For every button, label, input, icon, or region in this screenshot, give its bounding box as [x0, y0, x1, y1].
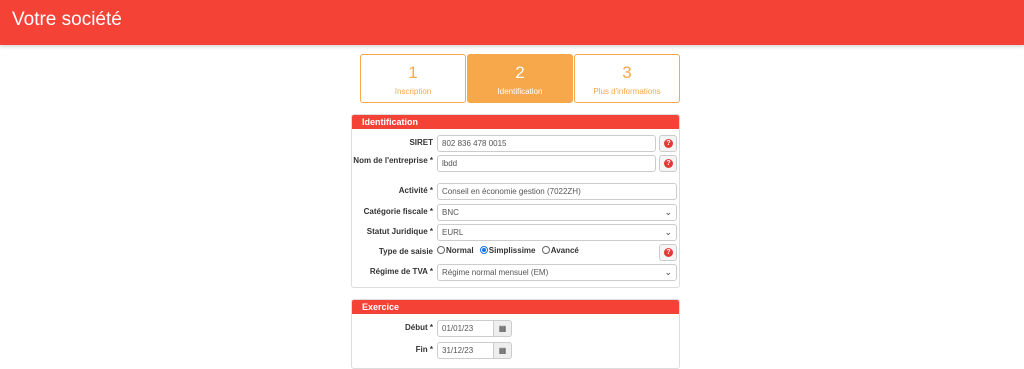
categorie-value: BNC: [442, 208, 459, 217]
exercice-panel: Exercice Début * 01/01/23 ▦ Fin * 31/12/…: [351, 299, 680, 369]
panel-heading: Identification: [352, 115, 679, 129]
step-number: 2: [515, 63, 525, 82]
calendar-icon[interactable]: ▦: [494, 342, 512, 359]
radio-option-simplissime[interactable]: Simplissime: [479, 246, 536, 255]
help-icon: ?: [664, 248, 673, 257]
radio-label: Simplissime: [488, 246, 536, 255]
categorie-label: Catégorie fiscale *: [363, 207, 433, 216]
regime-row: Régime de TVA * Régime normal mensuel (E…: [352, 264, 679, 282]
categorie-select[interactable]: BNC ⌄: [437, 204, 677, 221]
type-saisie-label: Type de saisie: [378, 247, 433, 256]
siret-help-button[interactable]: ?: [659, 135, 677, 152]
radio-option-normal[interactable]: Normal: [437, 246, 474, 255]
type-saisie-help-button[interactable]: ?: [659, 244, 677, 261]
radio-icon: [541, 246, 550, 254]
step-identification[interactable]: 2 Identification: [467, 54, 573, 103]
radio-option-avance[interactable]: Avancé: [541, 246, 579, 255]
fin-label: Fin *: [415, 345, 433, 354]
debut-row: Début * 01/01/23 ▦: [352, 320, 679, 338]
nom-label: Nom de l'entreprise *: [353, 156, 433, 165]
type-saisie-radio-group: Normal Simplissime Avancé: [437, 246, 583, 255]
calendar-icon[interactable]: ▦: [494, 320, 512, 337]
step-number: 3: [622, 63, 632, 82]
page-title: Votre société: [12, 9, 122, 30]
debut-label: Début *: [405, 323, 433, 332]
step-inscription[interactable]: 1 Inscription: [360, 54, 466, 103]
panel-heading: Exercice: [352, 300, 679, 314]
step-plus-informations[interactable]: 3 Plus d'informations: [574, 54, 680, 103]
chevron-down-icon: ⌄: [664, 267, 672, 277]
regime-select[interactable]: Régime normal mensuel (EM) ⌄: [437, 264, 677, 281]
siret-input[interactable]: 802 836 478 0015: [437, 135, 656, 152]
statut-select[interactable]: EURL ⌄: [437, 224, 677, 241]
debut-date-input[interactable]: 01/01/23: [437, 320, 494, 337]
nom-input[interactable]: lbdd: [437, 155, 656, 172]
activite-input[interactable]: Conseil en économie gestion (7022ZH): [437, 183, 677, 200]
step-label: Identification: [497, 87, 543, 96]
radio-label: Normal: [446, 246, 474, 255]
activite-row: Activité * Conseil en économie gestion (…: [352, 183, 679, 201]
fin-date-input[interactable]: 31/12/23: [437, 342, 494, 359]
identification-panel: Identification SIRET 802 836 478 0015 ? …: [351, 114, 680, 288]
help-icon: ?: [664, 159, 673, 168]
statut-label: Statut Juridique *: [366, 227, 433, 236]
radio-label: Avancé: [550, 246, 579, 255]
step-number: 1: [408, 63, 418, 82]
wizard-steps: 1 Inscription 2 Identification 3 Plus d'…: [360, 54, 680, 103]
top-bar: Votre société: [0, 0, 1024, 45]
fin-row: Fin * 31/12/23 ▦: [352, 342, 679, 360]
siret-row: SIRET 802 836 478 0015 ?: [352, 135, 679, 153]
activite-label: Activité *: [398, 186, 433, 195]
nom-help-button[interactable]: ?: [659, 155, 677, 172]
step-label: Inscription: [394, 87, 432, 96]
regime-value: Régime normal mensuel (EM): [442, 268, 549, 277]
radio-selected-icon: [479, 246, 488, 254]
help-icon: ?: [664, 139, 673, 148]
chevron-down-icon: ⌄: [664, 207, 672, 217]
siret-label: SIRET: [409, 138, 433, 147]
regime-label: Régime de TVA *: [369, 267, 433, 276]
chevron-down-icon: ⌄: [664, 227, 672, 237]
radio-icon: [437, 246, 445, 254]
nom-row: Nom de l'entreprise * lbdd ?: [352, 155, 679, 173]
step-label: Plus d'informations: [593, 87, 661, 96]
statut-row: Statut Juridique * EURL ⌄: [352, 224, 679, 242]
categorie-row: Catégorie fiscale * BNC ⌄: [352, 204, 679, 222]
statut-value: EURL: [442, 228, 464, 237]
type-saisie-row: Type de saisie Normal Simplissime Avancé…: [352, 244, 679, 262]
